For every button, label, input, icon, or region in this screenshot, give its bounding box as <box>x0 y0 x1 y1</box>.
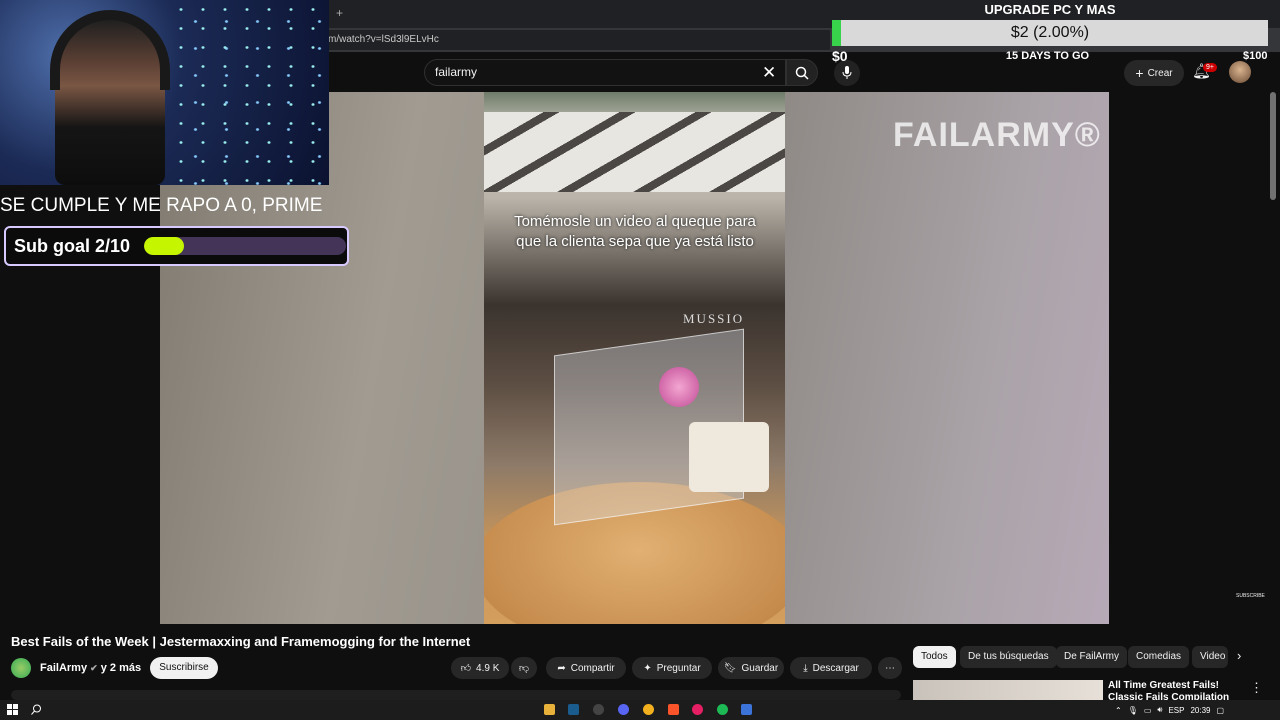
more-horizontal-icon: ⋯ <box>885 662 895 674</box>
bookmark-icon: 🔖︎ <box>723 662 737 674</box>
spotify-icon[interactable] <box>717 704 728 715</box>
chip-from-searches[interactable]: De tus búsquedas <box>960 646 1057 668</box>
taskbar-search-icon[interactable] <box>31 704 42 715</box>
verified-icon: ✔ <box>90 663 98 673</box>
like-button[interactable]: 👍︎ 4.9 K <box>451 657 509 679</box>
tray-chevron-icon[interactable]: ⌃ <box>1115 706 1122 715</box>
subscribe-watermark[interactable]: SUBSCRIBE <box>1236 593 1265 599</box>
search-input[interactable]: failarmy <box>424 59 786 86</box>
ask-button[interactable]: ✦ Preguntar <box>632 657 712 679</box>
channel-avatar[interactable] <box>11 658 31 678</box>
microphone-icon <box>842 66 852 79</box>
donation-goal-days: 15 DAYS TO GO <box>1005 50 1090 62</box>
download-button[interactable]: ⤓ Descargar <box>790 657 872 679</box>
description-box[interactable] <box>11 690 901 700</box>
windows-taskbar <box>0 700 1280 720</box>
search-icon <box>795 66 809 80</box>
network-icon[interactable]: ▭ <box>1144 706 1152 715</box>
more-vertical-icon[interactable]: ⋮ <box>1250 680 1263 696</box>
recommended-title[interactable]: All Time Greatest Fails! Classic Fails C… <box>1108 680 1248 700</box>
channel-name[interactable]: FailArmy ✔ y 2 más <box>40 662 141 674</box>
chip-from-failarmy[interactable]: De FailArmy <box>1056 646 1128 668</box>
download-icon: ⤓ <box>803 662 808 674</box>
user-avatar[interactable] <box>1229 61 1251 83</box>
ask-label: Preguntar <box>656 662 701 674</box>
donation-goal-title: UPGRADE PC Y MAS <box>984 2 1116 17</box>
chevron-right-icon[interactable]: › <box>1237 648 1241 663</box>
save-button[interactable]: 🔖︎ Guardar <box>718 657 784 679</box>
clear-search-icon[interactable]: ✕ <box>762 63 776 83</box>
language-indicator[interactable]: ESP <box>1168 706 1184 715</box>
microphone-tray-icon[interactable]: 🎙︎ <box>1128 706 1138 715</box>
video-frame[interactable] <box>484 92 785 624</box>
steam-icon[interactable] <box>568 704 579 715</box>
volume-icon[interactable]: 🔊︎ <box>1157 705 1162 715</box>
recommended-thumbnail[interactable] <box>913 680 1103 700</box>
notification-center-icon[interactable]: ▢ <box>1217 706 1225 715</box>
sub-goal-label: Sub goal 2/10 <box>14 235 131 256</box>
video-scene-roof <box>484 112 785 192</box>
stream-marquee: SE CUMPLE Y ME RAPO A 0, PRIME <box>0 195 323 216</box>
star-lights <box>170 0 329 185</box>
video-title: Best Fails of the Week | Jestermaxxing a… <box>11 634 471 649</box>
notification-badge: 9+ <box>1203 63 1217 72</box>
thumbs-down-icon: 👎︎ <box>518 663 530 674</box>
page-background-right <box>1109 92 1280 624</box>
address-bar[interactable]: m/watch?v=lSd3l9ELvHc <box>320 30 830 50</box>
dislike-button[interactable]: 👎︎ <box>511 657 537 679</box>
save-label: Guardar <box>741 662 779 674</box>
new-tab-button[interactable]: + <box>336 6 343 20</box>
share-icon: ➦ <box>557 662 566 674</box>
app-icon[interactable] <box>741 704 752 715</box>
chip-all[interactable]: Todos <box>913 646 956 668</box>
sparkle-icon: ✦ <box>643 662 652 674</box>
donation-goal-max: $100 <box>1243 50 1268 62</box>
headphones <box>50 10 170 90</box>
plus-icon: + <box>1135 65 1144 81</box>
share-label: Compartir <box>570 662 615 674</box>
subscribe-button[interactable]: Suscribirse <box>150 657 218 679</box>
system-tray: ⌃ 🎙︎ ▭ 🔊︎ ESP 20:39 ▢ <box>1115 700 1224 720</box>
video-scene-flower <box>659 367 699 407</box>
obs-icon[interactable] <box>593 704 604 715</box>
chrome-icon[interactable] <box>643 704 654 715</box>
file-explorer-icon[interactable] <box>544 704 555 715</box>
donation-goal-min: $0 <box>832 48 848 64</box>
more-actions-button[interactable]: ⋯ <box>878 657 902 679</box>
clock[interactable]: 20:39 <box>1190 706 1210 715</box>
video-scene-cake <box>689 422 769 492</box>
chip-comedies[interactable]: Comedias <box>1128 646 1190 668</box>
video-sign-text: MUSSIO <box>683 311 745 326</box>
search-button[interactable] <box>786 59 818 86</box>
share-button[interactable]: ➦ Compartir <box>546 657 626 679</box>
streamer-webcam <box>0 0 329 185</box>
like-count: 4.9 K <box>476 662 500 674</box>
discord-icon[interactable] <box>618 704 629 715</box>
thumbs-up-icon: 👍︎ <box>460 663 472 674</box>
brave-icon[interactable] <box>668 704 679 715</box>
chip-videos[interactable]: Video <box>1192 646 1228 668</box>
media-player-icon[interactable] <box>692 704 703 715</box>
page-scrollbar[interactable] <box>1270 92 1276 200</box>
create-label: Crear <box>1147 67 1173 79</box>
create-button[interactable]: + Crear <box>1124 60 1184 86</box>
video-caption: Tomémosle un video al queque para que la… <box>514 213 756 250</box>
sub-goal-widget: Sub goal 2/10 <box>4 226 349 266</box>
sub-goal-track <box>144 237 346 255</box>
download-label: Descargar <box>812 662 859 674</box>
sub-goal-fill <box>144 237 185 255</box>
windows-start-icon[interactable] <box>7 704 18 715</box>
donation-goal-amount: $2 (2.00%) <box>1010 24 1090 41</box>
channel-collab-suffix: y 2 más <box>100 662 142 674</box>
failarmy-watermark: FAILARMY® <box>893 116 1101 154</box>
channel-name-text: FailArmy <box>40 662 88 674</box>
